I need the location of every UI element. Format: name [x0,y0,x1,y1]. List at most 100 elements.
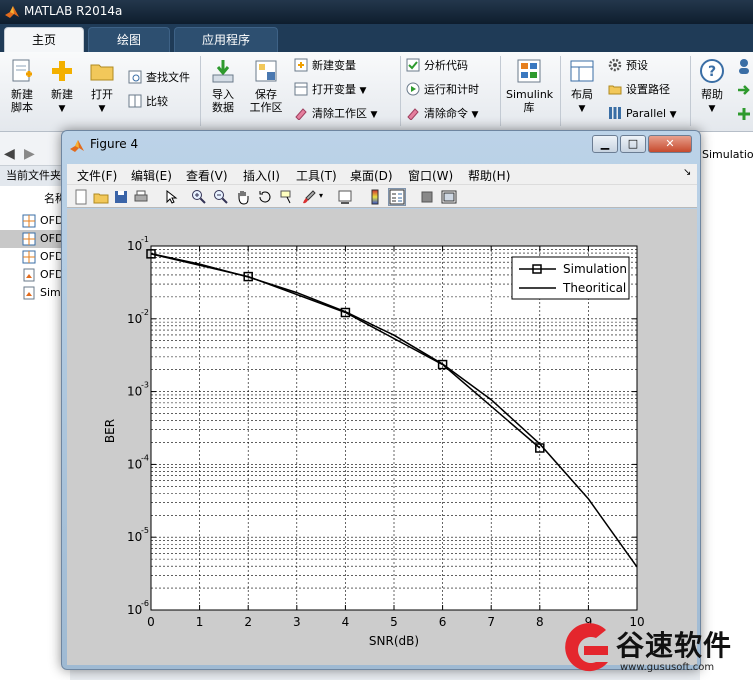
link-plot-icon[interactable] [337,189,353,205]
open-variable-button[interactable]: 打开变量 ▼ [294,80,366,100]
preferences-button[interactable]: 预设 [608,56,648,76]
import-data-label: 导入 数据 [212,88,234,114]
back-arrow-icon[interactable]: ◀ [4,146,15,162]
legend-icon[interactable] [388,188,406,206]
open-folder-icon [90,64,114,81]
clear-commands-button[interactable]: 清除命令 ▼ [406,104,478,124]
tab-plots[interactable]: 绘图 [88,27,170,52]
ribbon-separator [200,56,201,126]
menu-insert[interactable]: 插入(I) [243,167,280,184]
y-tick-exponent: -6 [141,599,149,608]
open-button[interactable]: 打开 ▼ [84,58,120,116]
new-variable-button[interactable]: 新建变量 [294,56,356,76]
legend[interactable]: Simulation Theoritical [511,256,630,300]
community-icon[interactable] [736,58,752,74]
file-row[interactable]: Simulation [0,284,70,302]
show-plot-tools-icon[interactable] [441,189,457,205]
clear-workspace-button[interactable]: 清除工作区 ▼ [294,104,377,124]
file-row[interactable]: OFDM [0,212,70,230]
save-workspace-button[interactable]: 保存 工作区 [246,58,286,114]
open-label: 打开 [91,88,113,101]
clear-workspace-label: 清除工作区 [312,107,367,120]
menu-help[interactable]: 帮助(H) [468,167,510,184]
matlab-logo-icon [70,140,84,152]
simulink-library-button[interactable]: Simulink 库 [506,58,553,114]
chevron-down-icon: ▼ [359,86,367,96]
layout-button[interactable]: 布局 ▼ [564,58,600,116]
find-files-button[interactable]: 查找文件 [128,68,190,88]
brush-dropdown-icon[interactable]: ▾ [319,191,323,200]
file-row[interactable]: OFDM [0,266,70,284]
window-title: MATLAB R2014a [24,4,123,18]
menu-desktop[interactable]: 桌面(D) [350,167,393,184]
brush-icon[interactable] [301,189,317,205]
clear-commands-label: 清除命令 [424,107,468,120]
zoom-in-icon[interactable] [191,189,207,205]
open-file-icon[interactable] [93,189,109,205]
layout-label: 布局 [571,88,593,101]
new-variable-label: 新建变量 [312,59,356,72]
watermark-url: www.gususoft.com [620,662,715,673]
minimize-button[interactable]: ▁ [592,135,618,153]
menu-edit[interactable]: 编辑(E) [131,167,172,184]
y-tick-exponent: -4 [141,453,149,462]
data-cursor-icon[interactable] [279,189,295,205]
maximize-button[interactable]: □ [620,135,646,153]
close-icon: ✕ [665,137,675,150]
clear-commands-icon [407,108,419,120]
parallel-button[interactable]: Parallel ▼ [608,104,677,124]
open-variable-label: 打开变量 [312,83,356,96]
watermark: 谷速软件 www.gususoft.com [556,618,753,680]
save-icon[interactable] [113,189,129,205]
compare-button[interactable]: 比较 [128,92,168,112]
y-tick-exponent: -3 [141,381,149,390]
workspace-text-snippet: Simulation [702,148,753,161]
add-ons-icon[interactable] [736,106,752,122]
legend-label-simulation: Simulation [563,262,627,276]
menu-dock-arrow-icon[interactable]: ↘ [683,167,691,178]
tab-apps[interactable]: 应用程序 [174,27,278,52]
file-row-selected[interactable]: OFDM [0,230,70,248]
hide-plot-tools-icon[interactable] [419,189,435,205]
new-button[interactable]: 新建 ▼ [44,58,80,116]
help-button[interactable]: ? 帮助 ▼ [694,58,730,116]
colorbar-icon[interactable] [367,189,383,205]
import-data-button[interactable]: 导入 数据 [205,58,241,114]
menu-tools[interactable]: 工具(T) [296,167,337,184]
file-row[interactable]: OFDM [0,248,70,266]
pan-hand-icon[interactable] [235,189,251,205]
select-arrow-icon[interactable] [163,189,179,205]
rotate-3d-icon[interactable] [257,189,273,205]
file-list-header[interactable]: 名称 [0,190,70,208]
ribbon-tab-bar: 主页 绘图 应用程序 [0,24,753,52]
workspace-panel: Simulation [700,132,753,680]
preferences-label: 预设 [626,59,648,72]
print-icon[interactable] [133,189,149,205]
run-and-time-label: 运行和计时 [424,83,479,96]
request-support-icon[interactable] [736,82,752,98]
x-tick-label: 1 [196,615,204,629]
menu-window[interactable]: 窗口(W) [408,167,453,184]
menu-view[interactable]: 查看(V) [186,167,228,184]
analyze-code-label: 分析代码 [424,59,468,72]
x-tick-label: 6 [439,615,447,629]
tab-home[interactable]: 主页 [4,27,84,52]
x-tick-label: 7 [487,615,495,629]
figure-file-icon [22,214,36,228]
set-path-button[interactable]: 设置路径 [608,80,670,100]
menu-file[interactable]: 文件(F) [77,167,117,184]
ribbon-separator [400,56,401,126]
y-tick-exponent: -2 [141,308,149,317]
figure-title: Figure 4 [90,137,139,151]
new-figure-icon[interactable] [73,189,89,205]
ber-plot[interactable]: 0 1 2 3 4 5 6 7 8 9 1010-110-210-310-410-510-6 SNR… [67,209,697,665]
simulink-icon [517,59,541,83]
run-and-time-button[interactable]: 运行和计时 [406,80,479,100]
figure-menu-bar: 文件(F) 编辑(E) 查看(V) 插入(I) 工具(T) 桌面(D) 窗口(W… [67,164,697,184]
close-button[interactable]: ✕ [648,135,692,153]
forward-arrow-icon[interactable]: ▶ [24,146,35,162]
x-axis-label: SNR(dB) [369,634,419,648]
analyze-code-button[interactable]: 分析代码 [406,56,468,76]
zoom-out-icon[interactable] [213,189,229,205]
new-script-button[interactable]: 新建 脚本 [4,58,40,114]
